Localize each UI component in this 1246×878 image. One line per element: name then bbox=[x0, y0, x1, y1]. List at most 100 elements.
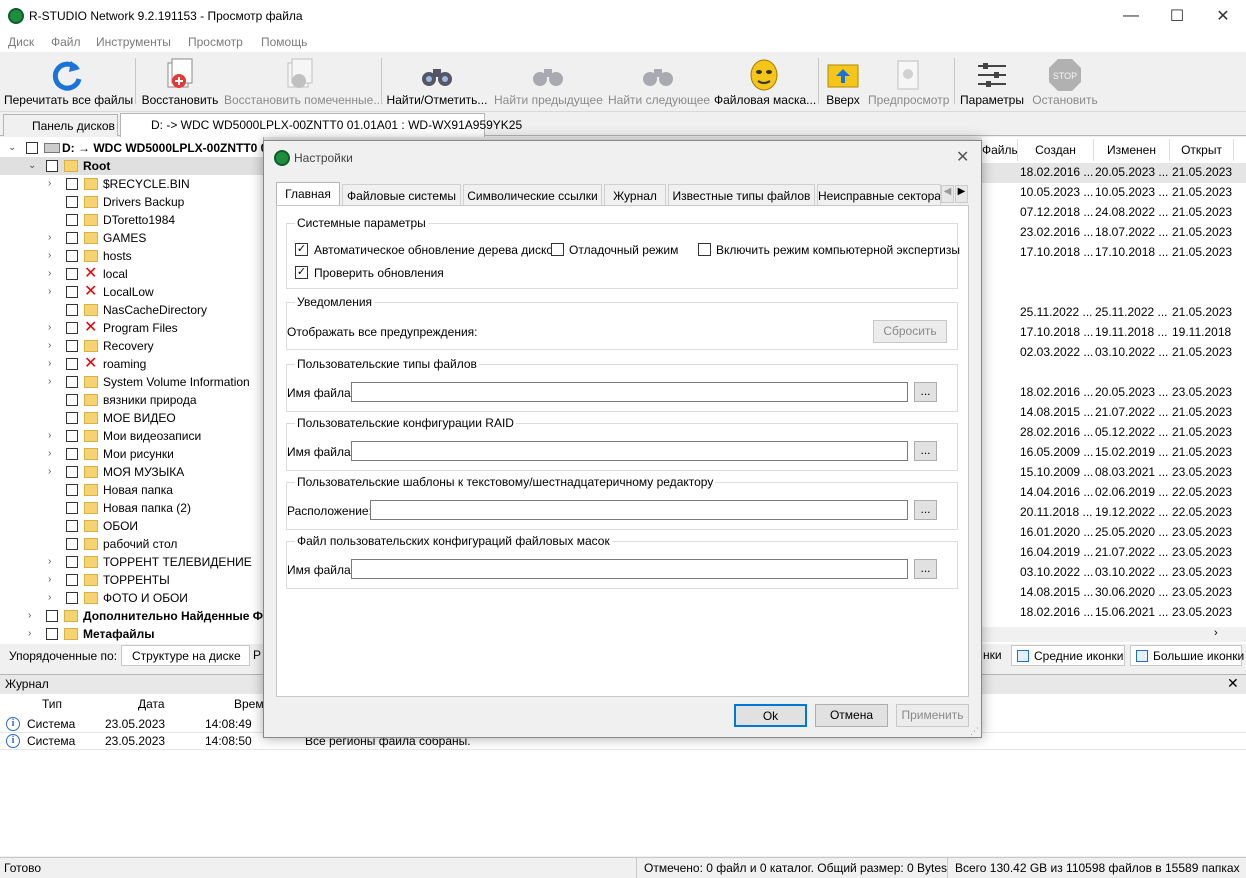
tree-checkbox[interactable] bbox=[66, 538, 78, 550]
col-files[interactable]: Файлы bbox=[982, 139, 1020, 161]
tree-checkbox[interactable] bbox=[66, 358, 78, 370]
expand-icon[interactable]: › bbox=[48, 592, 51, 603]
file-row[interactable]: 18.02.2016 ... 15.06.2021 ... 23.05.2023 bbox=[982, 603, 1246, 623]
tab-drives-panel[interactable]: Панель дисков bbox=[3, 114, 118, 136]
tree-item[interactable]: › ФОТО И ОБОИ bbox=[0, 589, 264, 607]
file-row[interactable]: 10.05.2023 ... 10.05.2023 ... 21.05.2023 bbox=[982, 183, 1246, 203]
journal-close-icon[interactable]: ✕ bbox=[1227, 675, 1239, 692]
tree-checkbox[interactable] bbox=[66, 574, 78, 586]
tree-item[interactable]: Новая папка (2) bbox=[0, 499, 264, 517]
tree-extra-found[interactable]: › Дополнительно Найденные Фа bbox=[0, 607, 270, 625]
tree-checkbox[interactable] bbox=[66, 430, 78, 442]
file-row[interactable]: 07.12.2018 ... 24.08.2022 ... 21.05.2023 bbox=[982, 203, 1246, 223]
expand-icon[interactable]: › bbox=[48, 340, 51, 351]
tab-file-systems[interactable]: Файловые системы bbox=[342, 184, 461, 205]
stop-button[interactable]: STOP Остановить bbox=[1030, 52, 1100, 110]
tab-scroll-left-icon[interactable]: ◀ bbox=[941, 185, 954, 203]
tree-checkbox[interactable] bbox=[66, 304, 78, 316]
menu-tools[interactable]: Инструменты bbox=[96, 35, 171, 49]
sort-tab-partial[interactable]: Р bbox=[253, 648, 261, 662]
tab-known-file-types[interactable]: Известные типы файлов bbox=[668, 184, 815, 205]
file-row[interactable]: 16.01.2020 ... 25.05.2020 ... 23.05.2023 bbox=[982, 523, 1246, 543]
tree-checkbox[interactable] bbox=[66, 412, 78, 424]
file-row[interactable]: 20.11.2018 ... 19.12.2022 ... 22.05.2023 bbox=[982, 503, 1246, 523]
forensic-mode-checkbox[interactable] bbox=[698, 243, 711, 256]
tree-item[interactable]: › GAMES bbox=[0, 229, 264, 247]
tree-item[interactable]: Новая папка bbox=[0, 481, 264, 499]
tree-checkbox[interactable] bbox=[66, 520, 78, 532]
tree-checkbox[interactable] bbox=[66, 232, 78, 244]
file-row[interactable]: 16.04.2019 ... 21.07.2022 ... 23.05.2023 bbox=[982, 543, 1246, 563]
tree-root[interactable]: ⌄ Root bbox=[0, 157, 264, 175]
expand-icon[interactable]: › bbox=[48, 322, 51, 333]
tree-checkbox[interactable] bbox=[46, 610, 58, 622]
tree-checkbox[interactable] bbox=[66, 340, 78, 352]
debug-mode-checkbox[interactable] bbox=[551, 243, 564, 256]
expand-icon[interactable]: › bbox=[48, 430, 51, 441]
tree-item[interactable]: ОБОИ bbox=[0, 517, 264, 535]
expand-icon[interactable]: › bbox=[28, 610, 31, 621]
find-next-button[interactable]: Найти следующее bbox=[608, 52, 710, 110]
view-partial[interactable]: нки bbox=[983, 648, 1002, 662]
tree-checkbox[interactable] bbox=[66, 556, 78, 568]
browse-button[interactable]: ... bbox=[914, 441, 937, 461]
expand-icon[interactable]: › bbox=[48, 268, 51, 279]
user-file-types-input[interactable] bbox=[351, 382, 908, 402]
tree-checkbox[interactable] bbox=[26, 142, 38, 154]
expand-icon[interactable]: › bbox=[48, 556, 51, 567]
tree-item[interactable]: › ТОРРЕНТЫ bbox=[0, 571, 264, 589]
recover-marked-button[interactable]: Восстановить помеченные... bbox=[224, 52, 383, 110]
expand-icon[interactable]: › bbox=[48, 448, 51, 459]
recover-button[interactable]: Восстановить bbox=[140, 52, 220, 110]
col-modified[interactable]: Изменен bbox=[1094, 139, 1170, 161]
tree-checkbox[interactable] bbox=[66, 376, 78, 388]
tree-checkbox[interactable] bbox=[66, 322, 78, 334]
cancel-button[interactable]: Отмена bbox=[815, 704, 888, 727]
tree-item[interactable]: › МОЯ МУЗЫКА bbox=[0, 463, 264, 481]
journal-col-type[interactable]: Тип bbox=[42, 697, 62, 711]
tab-scroll-right-icon[interactable]: ▶ bbox=[955, 185, 968, 203]
tree-item[interactable]: › ✕ local bbox=[0, 265, 264, 283]
tree-item[interactable]: › System Volume Information bbox=[0, 373, 264, 391]
tab-file-view[interactable]: D: -> WDC WD5000LPLX-00ZNTT0 01.01A01 : … bbox=[120, 113, 522, 137]
tree-item[interactable]: вязники природа bbox=[0, 391, 264, 409]
menu-file[interactable]: Файл bbox=[51, 35, 81, 49]
params-button[interactable]: Параметры bbox=[958, 52, 1026, 110]
expand-icon[interactable]: › bbox=[48, 250, 51, 261]
sort-tab-structure[interactable]: Структуре на диске bbox=[121, 645, 250, 666]
tree-checkbox[interactable] bbox=[66, 286, 78, 298]
file-row[interactable]: 23.02.2016 ... 18.07.2022 ... 21.05.2023 bbox=[982, 223, 1246, 243]
file-row[interactable]: 02.03.2022 ... 03.10.2022 ... 21.05.2023 bbox=[982, 343, 1246, 363]
expand-icon[interactable]: › bbox=[48, 466, 51, 477]
tree-checkbox[interactable] bbox=[66, 592, 78, 604]
tree-item[interactable]: › Recovery bbox=[0, 337, 264, 355]
ok-button[interactable]: Ok bbox=[734, 704, 807, 727]
tree-item[interactable]: МОЕ ВИДЕО bbox=[0, 409, 264, 427]
tree-item[interactable]: рабочий стол bbox=[0, 535, 264, 553]
tree-item[interactable]: DToretto1984 bbox=[0, 211, 264, 229]
collapse-icon[interactable]: ⌄ bbox=[28, 160, 36, 171]
col-opened[interactable]: Открыт bbox=[1170, 139, 1234, 161]
tree-drive[interactable]: ⌄ D: → WDC WD5000LPLX-00ZNTT0 0 bbox=[0, 139, 267, 157]
tree-checkbox[interactable] bbox=[66, 178, 78, 190]
tab-symlinks[interactable]: Символические ссылки bbox=[463, 184, 602, 205]
collapse-icon[interactable]: ⌄ bbox=[8, 142, 16, 153]
col-created[interactable]: Создан bbox=[1018, 139, 1094, 161]
file-row[interactable]: 14.08.2015 ... 30.06.2020 ... 23.05.2023 bbox=[982, 583, 1246, 603]
find-mark-button[interactable]: Найти/Отметить... bbox=[386, 52, 488, 110]
file-row[interactable]: 15.10.2009 ... 08.03.2021 ... 23.05.2023 bbox=[982, 463, 1246, 483]
expand-icon[interactable]: › bbox=[48, 286, 51, 297]
up-button[interactable]: Вверх bbox=[822, 52, 864, 110]
file-row[interactable] bbox=[982, 363, 1246, 383]
tree-item[interactable]: › ТОРРЕНТ ТЕЛЕВИДЕНИЕ bbox=[0, 553, 264, 571]
large-icons-button[interactable]: Большие иконки bbox=[1130, 645, 1244, 666]
menu-help[interactable]: Помощь bbox=[261, 35, 307, 49]
close-button[interactable]: ✕ bbox=[1200, 0, 1246, 32]
tree-item[interactable]: › ✕ Program Files bbox=[0, 319, 264, 337]
tree-checkbox[interactable] bbox=[66, 268, 78, 280]
menu-disk[interactable]: Диск bbox=[8, 35, 34, 49]
check-updates-checkbox[interactable]: ✓ bbox=[295, 266, 308, 279]
file-row[interactable]: 17.10.2018 ... 19.11.2018 ... 19.11.2018 bbox=[982, 323, 1246, 343]
tree-checkbox[interactable] bbox=[66, 466, 78, 478]
dialog-close-icon[interactable]: ✕ bbox=[956, 147, 969, 167]
